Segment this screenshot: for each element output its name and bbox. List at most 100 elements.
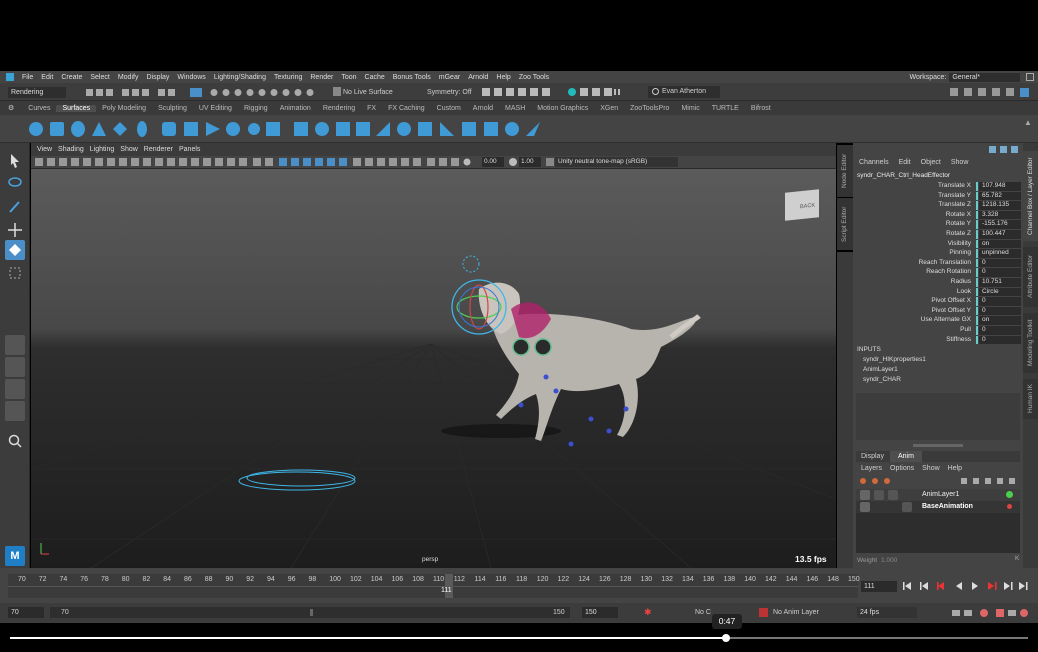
channel-menu-item[interactable]: Channels bbox=[859, 159, 889, 166]
shelf-tab[interactable]: XGen bbox=[594, 105, 624, 112]
channel-attribute-value[interactable]: 10.751 bbox=[979, 278, 1021, 287]
lock-icon[interactable] bbox=[860, 490, 870, 500]
colorspace-dropdown[interactable]: Unity neutral tone-map (sRGB) bbox=[555, 157, 678, 167]
root-control[interactable] bbox=[238, 469, 356, 491]
paint-select-icon[interactable] bbox=[5, 197, 25, 217]
channel-attribute-row[interactable]: Rotate X 3.328 bbox=[853, 210, 1023, 220]
shelf-tab[interactable]: Motion Graphics bbox=[531, 105, 594, 112]
shelf-tab[interactable]: FX Caching bbox=[382, 105, 431, 112]
menu-item[interactable]: Render bbox=[310, 74, 333, 81]
viewport-menu-item[interactable]: Shading bbox=[58, 146, 84, 153]
menu-item[interactable]: Bonus Tools bbox=[393, 74, 431, 81]
playback-buttons[interactable] bbox=[900, 580, 1030, 592]
shelf-tab[interactable]: TURTLE bbox=[706, 105, 745, 112]
weight-value[interactable]: 1.000 bbox=[881, 557, 897, 564]
channel-attribute-value[interactable]: 0 bbox=[979, 326, 1021, 335]
outliner-layout-icon[interactable] bbox=[5, 401, 25, 421]
channel-attribute-row[interactable]: Pivot Offset Y 0 bbox=[853, 306, 1023, 316]
mode-dropdown[interactable]: Rendering bbox=[8, 87, 66, 98]
human-ik-tab[interactable]: Human IK bbox=[1023, 379, 1038, 419]
select-tool-icon[interactable] bbox=[5, 151, 25, 171]
channel-attribute-row[interactable]: Stiffness 0 bbox=[853, 335, 1023, 345]
channel-attribute-row[interactable]: Translate X 107.948 bbox=[853, 182, 1023, 191]
menu-item[interactable]: Lighting/Shading bbox=[214, 74, 266, 81]
move-tool-icon[interactable] bbox=[5, 220, 25, 240]
character-set-label[interactable]: No C bbox=[695, 609, 711, 616]
mute-icon[interactable] bbox=[874, 490, 884, 500]
status-tool-icons[interactable] bbox=[86, 88, 326, 97]
channel-menu-item[interactable]: Edit bbox=[899, 159, 911, 166]
shelf-surface-icons[interactable] bbox=[26, 119, 546, 139]
viewport-3d[interactable]: BACK persp 13.5 fps bbox=[31, 169, 836, 568]
layer-tool-icons[interactable] bbox=[859, 476, 1019, 486]
layer-menu-item[interactable]: Help bbox=[948, 465, 962, 472]
channel-attribute-row[interactable]: Pinning unpinned bbox=[853, 249, 1023, 258]
end-frame-field[interactable]: 150 bbox=[582, 607, 618, 618]
channel-attribute-value[interactable]: 100.447 bbox=[979, 230, 1021, 239]
panel-toggles[interactable] bbox=[728, 87, 1033, 97]
layer-tab-active[interactable]: Anim bbox=[890, 451, 922, 462]
time-slider[interactable]: 70 72 74 76 78 80 82 84 86 88 90 92 94 96 98 100 102 104 1… bbox=[8, 574, 860, 598]
shelf-tab[interactable]: Rigging bbox=[238, 105, 274, 112]
channel-menu-item[interactable]: Object bbox=[921, 159, 941, 166]
menu-item[interactable]: Cache bbox=[365, 74, 385, 81]
shelf-tab[interactable]: Arnold bbox=[467, 105, 499, 112]
node-editor-tab[interactable]: Node Editor bbox=[837, 145, 853, 197]
viewport-tool-icons[interactable] bbox=[35, 158, 475, 167]
menu-item[interactable]: Display bbox=[146, 74, 169, 81]
menu-item[interactable]: Zoo Tools bbox=[519, 74, 549, 81]
menu-item[interactable]: Help bbox=[496, 74, 510, 81]
layer-row[interactable]: AnimLayer1 bbox=[856, 489, 1020, 501]
menu-item[interactable]: Modify bbox=[118, 74, 139, 81]
shelf-tab[interactable]: Sculpting bbox=[152, 105, 193, 112]
shelf-tab[interactable]: Curves bbox=[22, 105, 56, 112]
search-icon[interactable] bbox=[5, 431, 25, 451]
channel-attribute-value[interactable]: -155.176 bbox=[979, 220, 1021, 229]
character-set-icon[interactable]: ✱ bbox=[644, 607, 653, 618]
shelf-tab[interactable]: Animation bbox=[274, 105, 317, 112]
channel-attribute-value[interactable]: 1218.135 bbox=[979, 201, 1021, 210]
viewcube[interactable]: BACK bbox=[785, 189, 819, 221]
channel-attribute-row[interactable]: Translate Z 1218.135 bbox=[853, 201, 1023, 210]
script-editor-tab[interactable]: Script Editor bbox=[837, 198, 853, 250]
lasso-tool-icon[interactable] bbox=[5, 174, 25, 194]
menu-item[interactable]: Arnold bbox=[468, 74, 488, 81]
menu-item[interactable]: Select bbox=[90, 74, 109, 81]
maya-home-icon[interactable]: M bbox=[5, 546, 25, 566]
menu-item[interactable]: Texturing bbox=[274, 74, 302, 81]
start-frame-field[interactable]: 70 bbox=[8, 607, 44, 618]
channel-attribute-row[interactable]: Pull 0 bbox=[853, 326, 1023, 335]
single-view-icon[interactable] bbox=[5, 335, 25, 355]
channel-attribute-row[interactable]: Radius 10.751 bbox=[853, 278, 1023, 287]
channel-attribute-value[interactable]: 107.948 bbox=[979, 182, 1021, 191]
magnet-icon[interactable] bbox=[333, 87, 341, 96]
scale-tool-icon[interactable] bbox=[5, 263, 25, 283]
channel-attribute-value[interactable]: 0 bbox=[979, 258, 1021, 268]
channel-attribute-value[interactable]: Circle bbox=[979, 287, 1021, 297]
attribute-editor-tab[interactable]: Attribute Editor bbox=[1023, 247, 1038, 307]
render-tool-icons[interactable] bbox=[480, 87, 645, 97]
anim-layer-label[interactable]: No Anim Layer bbox=[773, 609, 819, 616]
live-surface-label[interactable]: No Live Surface bbox=[343, 89, 393, 96]
channel-attribute-row[interactable]: Pivot Offset X 0 bbox=[853, 297, 1023, 306]
viewport-menu-item[interactable]: Show bbox=[120, 146, 138, 153]
user-account[interactable]: Evan Atherton bbox=[648, 86, 720, 98]
input-node[interactable]: syndr_HIKproperties1 bbox=[863, 356, 926, 363]
current-frame-field[interactable]: 111 bbox=[861, 581, 897, 592]
range-bar-icons[interactable] bbox=[950, 607, 1030, 619]
input-node[interactable]: syndr_CHAR bbox=[863, 376, 901, 383]
symmetry-dropdown[interactable]: Symmetry: Off bbox=[427, 89, 472, 96]
gamma-field[interactable]: 1.00 bbox=[519, 157, 541, 167]
channel-attribute-row[interactable]: Rotate Y -155.176 bbox=[853, 220, 1023, 229]
channel-attribute-value[interactable]: 0 bbox=[979, 335, 1021, 345]
shelf-tab[interactable]: Bifrost bbox=[745, 105, 777, 112]
menu-item[interactable]: Edit bbox=[41, 74, 53, 81]
layer-row[interactable]: BaseAnimation bbox=[856, 501, 1020, 513]
wolf-character[interactable] bbox=[478, 282, 701, 441]
four-view-icon[interactable] bbox=[5, 357, 25, 377]
channel-attribute-value[interactable]: on bbox=[979, 316, 1021, 325]
menu-item[interactable]: Toon bbox=[341, 74, 356, 81]
viewport-menu-item[interactable]: Panels bbox=[179, 146, 200, 153]
layer-mode-icon[interactable] bbox=[902, 502, 912, 512]
layer-menu-item[interactable]: Options bbox=[890, 465, 914, 472]
